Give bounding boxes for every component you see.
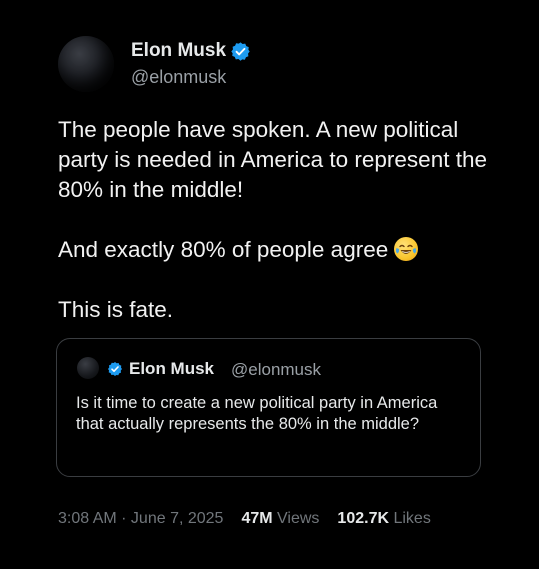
views-count: 47M [241, 510, 273, 527]
quoted-tweet-card[interactable]: Elon Musk @elonmusk Is it time to create… [56, 338, 481, 477]
tweet-metadata: 3:08 AM · June 7, 2025 47M Views 102.7K Li… [58, 510, 431, 528]
author-name[interactable]: Elon Musk [131, 40, 226, 62]
quoted-verified-badge-icon [107, 361, 123, 377]
views-label: Views [277, 510, 320, 527]
quoted-author-handle[interactable]: @elonmusk [231, 360, 321, 380]
author-name-row: Elon Musk [131, 40, 251, 62]
verified-badge-icon [230, 41, 251, 62]
quoted-tweet-text: Is it time to create a new political par… [76, 394, 438, 433]
quoted-author-name[interactable]: Elon Musk [129, 359, 214, 379]
likes-label[interactable]: Likes [393, 510, 430, 527]
quoted-author-avatar[interactable] [77, 357, 99, 379]
likes-count[interactable]: 102.7K [337, 510, 389, 527]
author-avatar[interactable] [58, 36, 114, 92]
tweet-line-2: And exactly 80% of people agree [58, 235, 498, 265]
tweet-timestamp[interactable]: 3:08 AM · June 7, 2025 [58, 510, 223, 527]
tweet-line-3: This is fate. [58, 297, 174, 322]
tweet-text: The people have spoken. A new political … [58, 115, 498, 325]
tweet-line-2-text: And exactly 80% of people agree [58, 237, 389, 262]
tweet-line-1: The people have spoken. A new political … [58, 117, 487, 202]
face-with-tears-of-joy-icon [394, 237, 419, 261]
author-handle[interactable]: @elonmusk [131, 67, 226, 88]
